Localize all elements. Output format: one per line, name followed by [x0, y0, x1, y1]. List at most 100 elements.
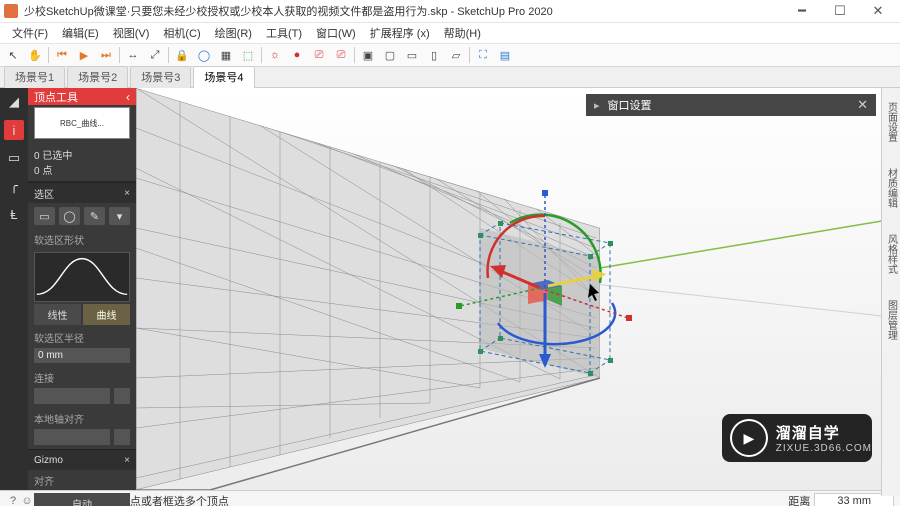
toolbar-arrows2-icon[interactable]: ⤢: [146, 46, 164, 64]
sel-tool-rect-icon[interactable]: ▭: [34, 207, 55, 225]
sel-count: 0 已选中: [34, 147, 130, 162]
toolbar-cam1-icon[interactable]: ⎚: [310, 46, 328, 64]
toolbar-cam2-icon[interactable]: ⎚: [332, 46, 350, 64]
selection-info: 0 已选中 0 点: [28, 143, 136, 182]
info-icon[interactable]: i: [4, 120, 24, 140]
toolbar-view2-icon[interactable]: ▢: [381, 46, 399, 64]
right-tab-2[interactable]: 风格样式: [883, 226, 900, 282]
logo-icon[interactable]: ◢: [4, 92, 24, 112]
toolbar-view3-icon[interactable]: ▭: [403, 46, 421, 64]
align-label: 对齐: [28, 470, 136, 491]
toolbar-view1-icon[interactable]: ▣: [359, 46, 377, 64]
toolbar-separator: [168, 47, 169, 63]
watermark-play-icon: ▶: [730, 419, 768, 457]
watermark-line1: 溜溜自学: [776, 422, 872, 443]
local-toggle[interactable]: [114, 429, 130, 445]
axes-icon[interactable]: Ⱡ: [4, 204, 24, 224]
menu-绘图(R)[interactable]: 绘图(R): [209, 24, 258, 42]
selection-tools: ▭ ◯ ✎ ▾: [28, 203, 136, 229]
toolbar-separator: [48, 47, 49, 63]
sel-tool-brush-icon[interactable]: ✎: [84, 207, 105, 225]
falloff-curve[interactable]: [34, 252, 130, 302]
rect-icon[interactable]: ▭: [4, 148, 24, 168]
app-icon: [4, 4, 18, 18]
menu-相机(C)[interactable]: 相机(C): [157, 24, 206, 42]
section-selection-label: 选区: [34, 186, 54, 201]
help-icon[interactable]: ?: [6, 494, 20, 506]
toolbar-lock-icon[interactable]: 🔒: [173, 46, 191, 64]
btn-linear[interactable]: 线性: [34, 304, 81, 325]
watermark-line2: ZIXUE.3D66.COM: [776, 443, 872, 454]
sel-tool-opt-icon[interactable]: ▾: [109, 207, 130, 225]
toolbar-record-icon[interactable]: ●: [288, 46, 306, 64]
close-button[interactable]: ✕: [866, 3, 890, 19]
right-tab-0[interactable]: 页面设置: [883, 94, 900, 150]
sel-points: 0 点: [34, 162, 130, 177]
menu-扩展程序 (x)[interactable]: 扩展程序 (x): [364, 24, 436, 42]
user-icon[interactable]: ☺: [20, 494, 34, 506]
toolbar-play-start-icon[interactable]: ⏮: [53, 46, 71, 64]
toolbar-separator: [261, 47, 262, 63]
panel-thumbnail[interactable]: RBC_曲线...: [34, 107, 130, 139]
overlay-arrow-icon[interactable]: ▸: [586, 99, 608, 112]
panel-back-icon[interactable]: ‹: [126, 90, 130, 104]
menu-工具(T)[interactable]: 工具(T): [260, 24, 308, 42]
window-buttons: ━ ☐ ✕: [784, 3, 896, 19]
menu-文件(F)[interactable]: 文件(F): [6, 24, 54, 42]
falloff-radius-label: 软选区半径: [28, 327, 136, 348]
btn-curve[interactable]: 曲线: [83, 304, 130, 325]
sel-tool-lasso-icon[interactable]: ◯: [59, 207, 80, 225]
section-close-icon[interactable]: ×: [124, 188, 130, 199]
maximize-button[interactable]: ☐: [828, 3, 852, 19]
local-field[interactable]: [34, 429, 110, 445]
link-field[interactable]: [34, 388, 110, 404]
main-toolbar: ↖✋⏮▶⏭↔⤢🔒◯▦⬚☼●⎚⎚▣▢▭▯▱⛶▤: [0, 44, 900, 67]
toolbar-play-icon[interactable]: ▶: [75, 46, 93, 64]
toolbar-play-end-icon[interactable]: ⏭: [97, 46, 115, 64]
local-align-label: 本地轴对齐: [28, 408, 136, 429]
section-gizmo-label: Gizmo: [34, 455, 63, 466]
vertex-tools-panel: 顶点工具 ‹ RBC_曲线... 0 已选中 0 点 选区 × ▭ ◯ ✎ ▾ …: [28, 88, 136, 490]
thumb-label: RBC_曲线...: [58, 118, 106, 129]
window-title: 少校SketchUp微课堂·只要您未经少校授权或少校本人获取的视频文件都是盗用行…: [24, 3, 784, 19]
scene-tab-2[interactable]: 场景号3: [130, 66, 191, 88]
falloff-radius-field: 0 mm: [34, 348, 130, 363]
toolbar-tool-a-icon[interactable]: ⬚: [239, 46, 257, 64]
section-selection[interactable]: 选区 ×: [28, 182, 136, 203]
scene-tab-3[interactable]: 场景号4: [193, 66, 254, 88]
toolbar-cursor-icon[interactable]: ↖: [4, 46, 22, 64]
toolbar-arrows-icon[interactable]: ↔: [124, 46, 142, 64]
right-tray-tabs: 页面设置材质编辑风格样式图层管理: [881, 88, 900, 496]
toolbar-view4-icon[interactable]: ▯: [425, 46, 443, 64]
scene-tab-0[interactable]: 场景号1: [4, 66, 65, 88]
gizmo-close-icon[interactable]: ×: [124, 455, 130, 466]
scene-tab-1[interactable]: 场景号2: [67, 66, 128, 88]
overlay-close-icon[interactable]: ✕: [849, 97, 876, 113]
toolbar-expand-icon[interactable]: ⛶: [474, 46, 492, 64]
toolbar-sun-icon[interactable]: ☼: [266, 46, 284, 64]
arc-icon[interactable]: ╭: [4, 176, 24, 196]
toolbar-hand-icon[interactable]: ✋: [26, 46, 44, 64]
menu-编辑(E)[interactable]: 编辑(E): [56, 24, 105, 42]
right-tab-1[interactable]: 材质编辑: [883, 160, 900, 216]
watermark: ▶ 溜溜自学 ZIXUE.3D66.COM: [722, 414, 872, 462]
toolbar-circle-icon[interactable]: ◯: [195, 46, 213, 64]
curve-label: 软选区形状: [28, 229, 136, 250]
toolbar-sheet-icon[interactable]: ▤: [496, 46, 514, 64]
menu-窗口(W)[interactable]: 窗口(W): [310, 24, 362, 42]
measurement-field: 距离 33 mm: [788, 493, 894, 506]
minimize-button[interactable]: ━: [790, 3, 814, 19]
menu-帮助(H)[interactable]: 帮助(H): [438, 24, 487, 42]
overlay-window-settings[interactable]: ▸ 窗口设置 ✕: [586, 94, 876, 116]
link-toggle[interactable]: [114, 388, 130, 404]
menu-视图(V)[interactable]: 视图(V): [107, 24, 156, 42]
toolbar-view5-icon[interactable]: ▱: [447, 46, 465, 64]
section-gizmo[interactable]: Gizmo ×: [28, 449, 136, 470]
right-tab-3[interactable]: 图层管理: [883, 292, 900, 348]
falloff-input[interactable]: 0 mm: [34, 348, 130, 363]
title-bar: 少校SketchUp微课堂·只要您未经少校授权或少校本人获取的视频文件都是盗用行…: [0, 0, 900, 23]
btn-auto[interactable]: 自动: [34, 493, 130, 506]
toolbar-separator: [354, 47, 355, 63]
toolbar-color-icon[interactable]: ▦: [217, 46, 235, 64]
status-hint: 点击选择单个顶点或者框选多个顶点: [45, 493, 789, 506]
